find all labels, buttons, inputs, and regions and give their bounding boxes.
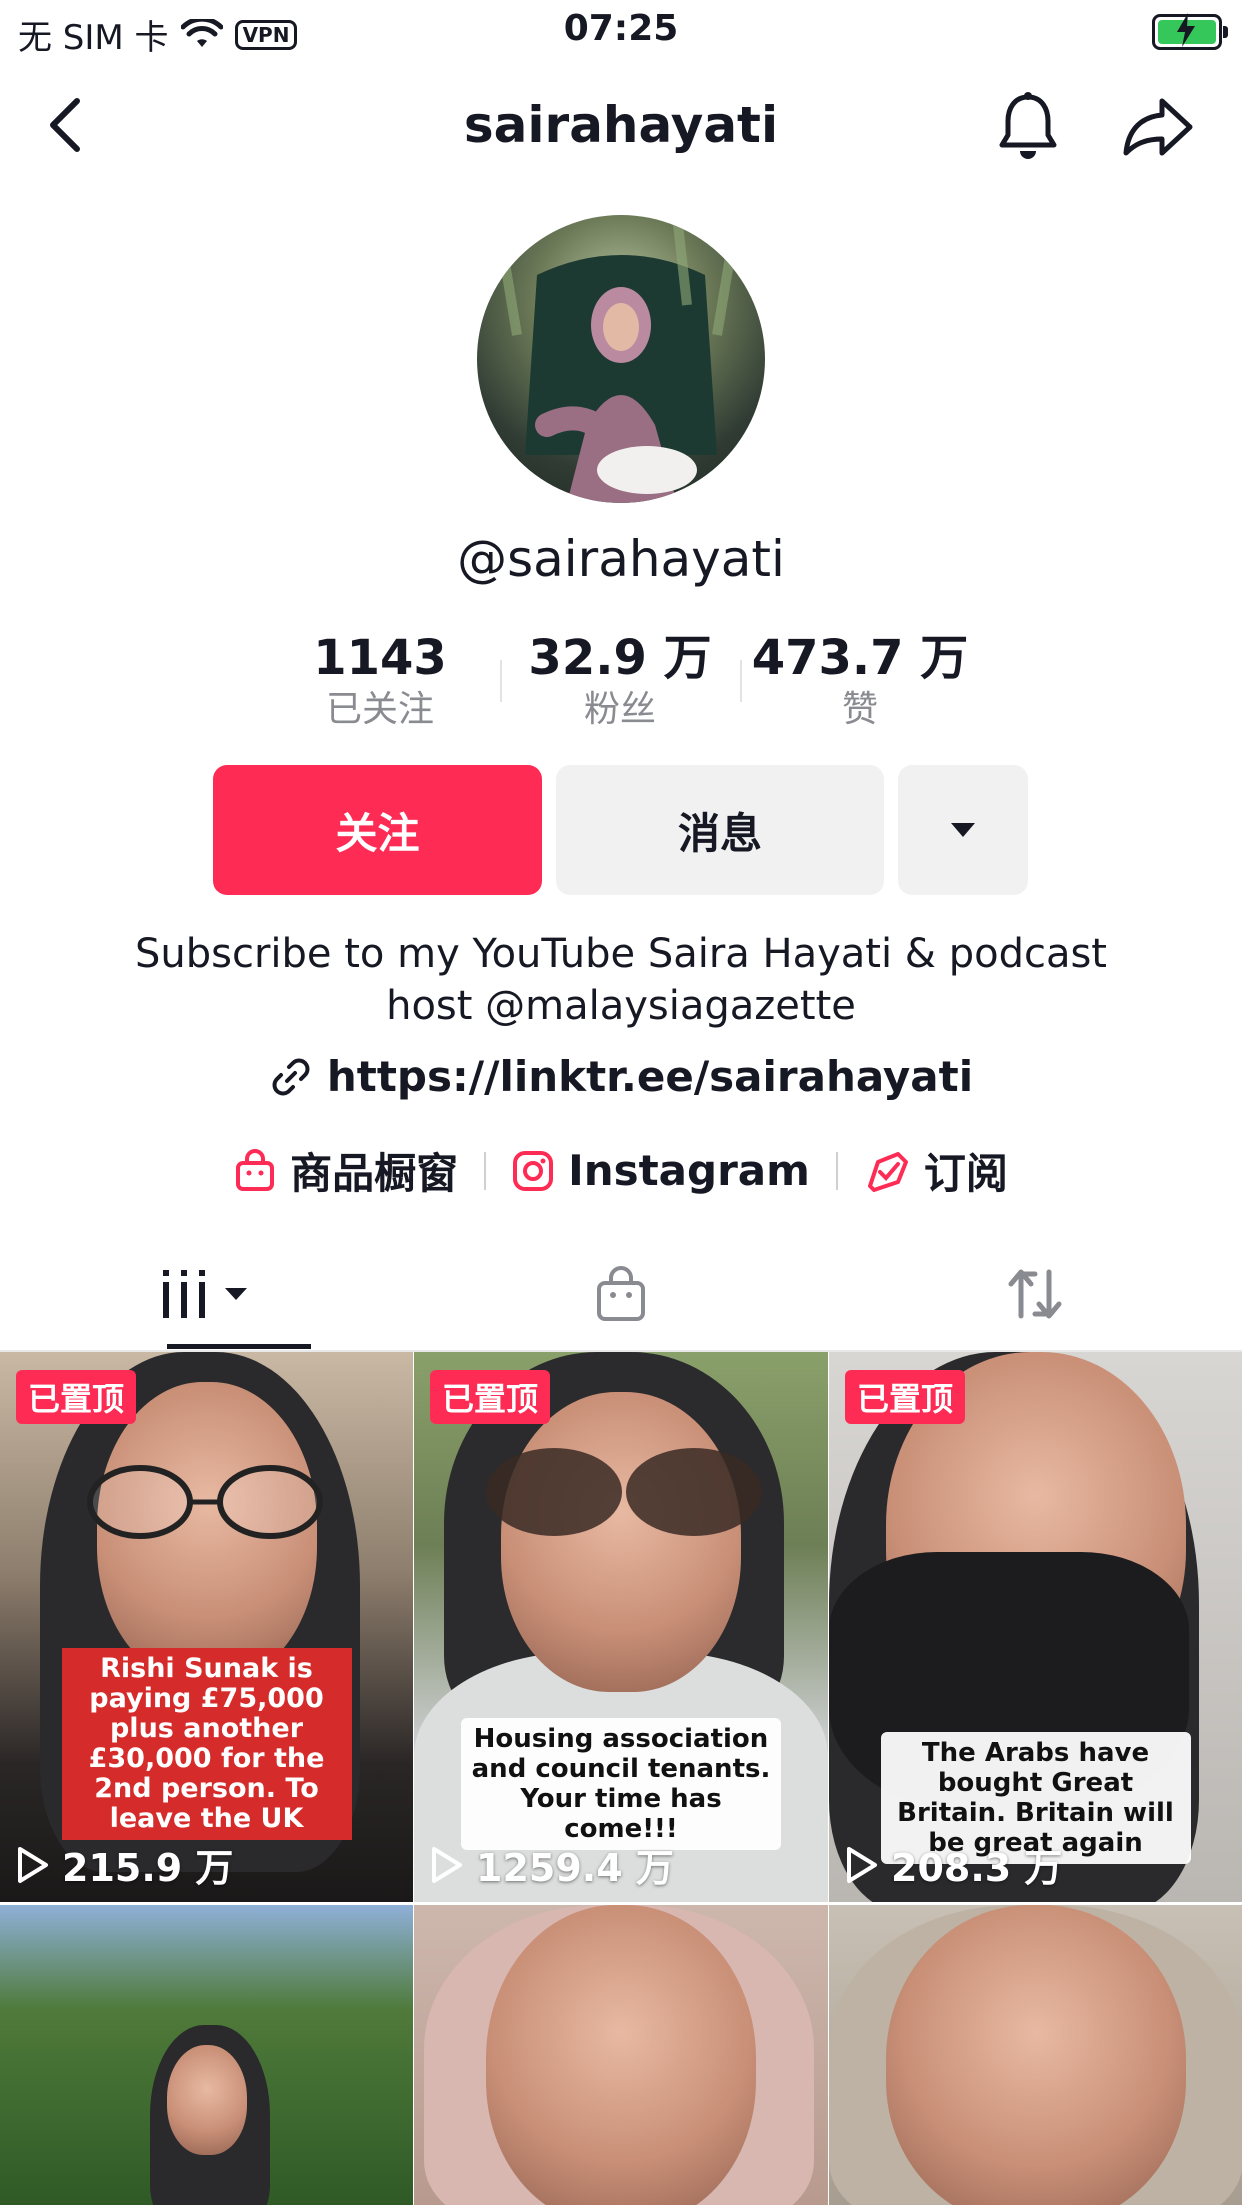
profile-shortcuts: 商品橱窗 Instagram 订阅	[0, 1140, 1242, 1201]
share-button[interactable]	[1118, 88, 1198, 164]
video-thumbnail[interactable]	[0, 1905, 413, 2205]
active-tab-indicator	[167, 1344, 311, 1349]
avatar-photo	[492, 215, 742, 503]
bio-link-text: https://linktr.ee/sairahayati	[326, 1052, 974, 1101]
subscribe-icon	[867, 1151, 908, 1192]
stat-divider	[740, 660, 742, 702]
notification-button[interactable]	[990, 88, 1066, 164]
status-time: 07:25	[563, 8, 679, 49]
view-count: 1259.4 万	[430, 1837, 674, 1892]
tab-videos[interactable]	[0, 1240, 414, 1348]
pinned-badge: 已置顶	[845, 1370, 966, 1424]
caret-down-icon	[951, 823, 975, 837]
video-caption: Rishi Sunak is paying £75,000 plus anoth…	[61, 1648, 352, 1840]
view-count: 208.3 万	[845, 1837, 1062, 1892]
shortcut-divider	[484, 1151, 487, 1190]
shop-bag-icon	[597, 1266, 645, 1321]
glasses-graphic	[87, 1465, 323, 1539]
video-thumbnail[interactable]	[414, 1905, 828, 2205]
instagram-icon	[513, 1150, 554, 1191]
bio-line: Subscribe to my YouTube Saira Hayati & p…	[135, 931, 1107, 977]
share-arrow-icon	[1123, 98, 1193, 156]
view-count-text: 1259.4 万	[476, 1846, 674, 1890]
bio-link[interactable]: https://linktr.ee/sairahayati	[0, 1052, 1242, 1101]
bio: Subscribe to my YouTube Saira Hayati & p…	[60, 928, 1182, 1032]
stat-value: 1143	[313, 630, 447, 686]
stat-followers[interactable]: 32.9 万 粉丝	[500, 630, 740, 740]
more-options-button[interactable]	[898, 765, 1028, 895]
video-thumbnail[interactable]: 已置顶 Housing association and council tena…	[414, 1352, 828, 1902]
play-icon	[432, 1846, 462, 1883]
stat-divider	[500, 660, 502, 702]
repost-icon	[1008, 1269, 1062, 1319]
pinned-badge: 已置顶	[16, 1370, 137, 1424]
view-count-text: 208.3 万	[891, 1846, 1063, 1890]
message-button[interactable]: 消息	[556, 765, 884, 895]
bell-icon	[999, 92, 1057, 159]
shop-bag-icon	[236, 1148, 275, 1191]
shortcut-divider	[835, 1151, 838, 1190]
sunglasses-graphic	[486, 1448, 762, 1536]
tab-reposts[interactable]	[828, 1240, 1242, 1348]
content-tabs	[0, 1240, 1242, 1352]
link-icon	[272, 1058, 310, 1095]
shortcut-label: 商品橱窗	[290, 1149, 459, 1198]
stat-likes[interactable]: 473.7 万 赞	[740, 630, 980, 740]
play-icon	[18, 1846, 48, 1883]
stat-value: 32.9 万	[528, 630, 712, 686]
tab-shop[interactable]	[414, 1240, 828, 1348]
status-bar: 无 SIM 卡 VPN 07:25	[0, 0, 1242, 60]
view-count: 215.9 万	[16, 1837, 233, 1892]
shortcut-label: Instagram	[568, 1146, 810, 1195]
follow-button[interactable]: 关注	[213, 765, 542, 895]
video-grid: 已置顶 Rishi Sunak is paying £75,000 plus a…	[0, 1352, 1242, 2205]
shortcut-subscribe[interactable]: 订阅	[864, 1140, 1008, 1201]
profile-stats: 1143 已关注 32.9 万 粉丝 473.7 万 赞	[260, 630, 980, 740]
view-count-text: 215.9 万	[62, 1846, 234, 1890]
video-thumbnail[interactable]: 已置顶 The Arabs have bought Great Britain.…	[829, 1352, 1242, 1902]
play-icon	[847, 1846, 877, 1883]
stat-label: 已关注	[325, 689, 434, 730]
stat-label: 粉丝	[583, 689, 656, 730]
video-caption: Housing association and council tenants.…	[461, 1718, 781, 1850]
video-thumbnail[interactable]	[829, 1905, 1242, 2205]
video-thumbnail[interactable]: 已置顶 Rishi Sunak is paying £75,000 plus a…	[0, 1352, 413, 1902]
profile-handle: @sairahayati	[457, 530, 785, 588]
shortcut-shop[interactable]: 商品橱窗	[234, 1140, 458, 1201]
pinned-badge: 已置顶	[430, 1370, 551, 1424]
stat-following[interactable]: 1143 已关注	[260, 630, 500, 740]
shortcut-instagram[interactable]: Instagram	[512, 1146, 810, 1195]
video-grid-icon	[163, 1270, 247, 1318]
avatar[interactable]	[477, 215, 765, 503]
stat-value: 473.7 万	[751, 630, 969, 686]
stat-label: 赞	[841, 689, 878, 730]
bio-line: host @malaysiagazette	[386, 983, 856, 1029]
shortcut-label: 订阅	[923, 1149, 1008, 1198]
battery-icon	[1152, 13, 1228, 50]
